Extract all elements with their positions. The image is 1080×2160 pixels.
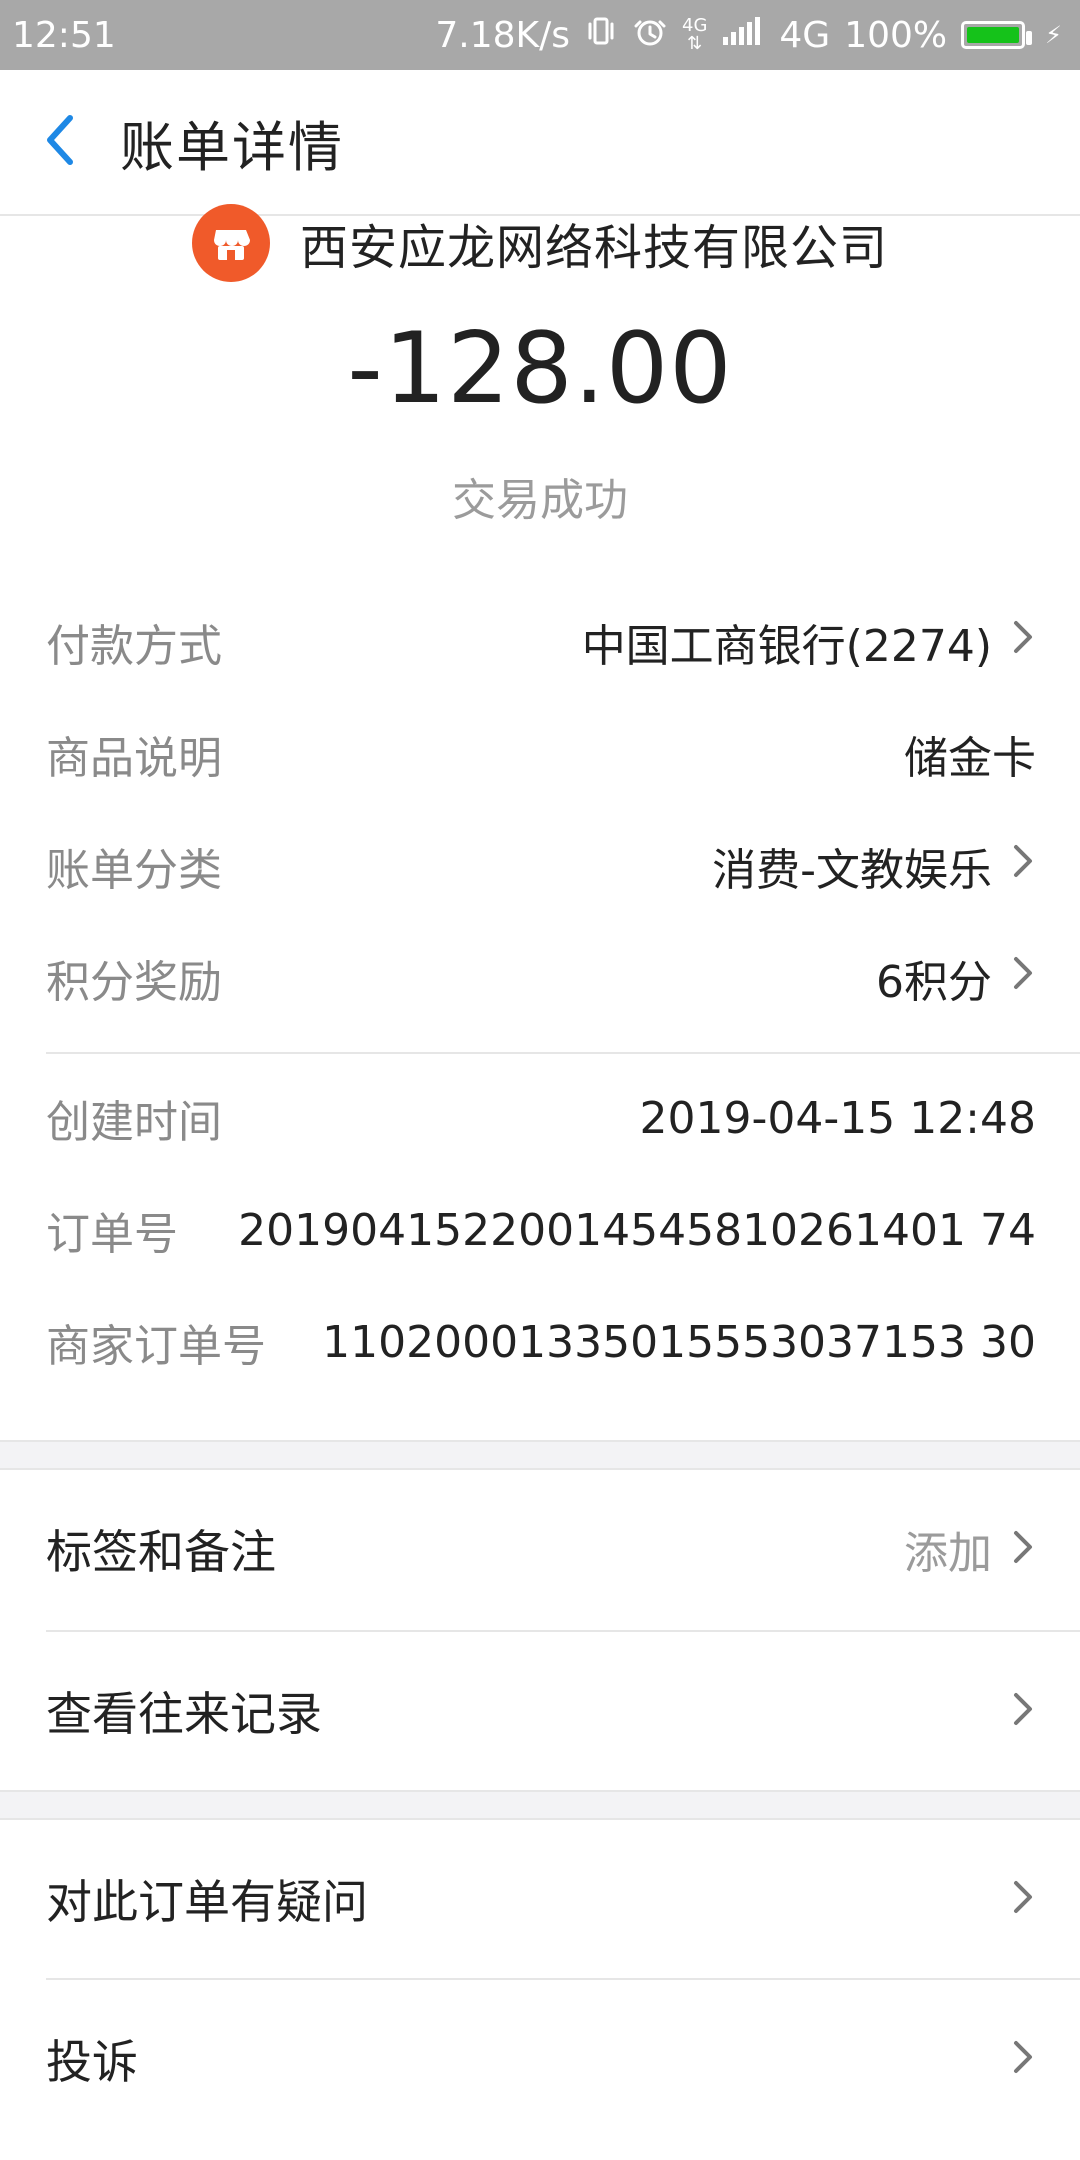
battery-fill	[967, 27, 1020, 43]
meta-value: 20190415220014545810261401 74	[238, 1204, 1036, 1256]
alarm-icon	[632, 13, 668, 58]
detail-row-points-reward[interactable]: 积分奖励 6积分	[0, 922, 1080, 1034]
battery-percent: 100%	[844, 14, 948, 56]
meta-value: 2019-04-15 12:48	[639, 1092, 1037, 1144]
back-button[interactable]	[0, 69, 120, 215]
chevron-right-icon	[1010, 617, 1036, 668]
detail-value: 中国工商银行(2274)	[582, 610, 1036, 674]
chevron-right-icon	[1010, 1877, 1036, 1921]
network-type: 4G	[779, 14, 831, 56]
transaction-details: 付款方式 中国工商银行(2274) 商品说明 储金卡 账单分类 消费-文教娱乐 …	[0, 586, 1080, 1398]
page-title: 账单详情	[120, 115, 344, 179]
meta-row-order-number: 订单号 20190415220014545810261401 74	[0, 1174, 1080, 1286]
transaction-amount: -128.00	[347, 312, 733, 426]
view-history-label: 查看往来记录	[46, 1687, 322, 1741]
order-question-item[interactable]: 对此订单有疑问	[0, 1820, 1080, 1978]
view-history-right	[1010, 1689, 1036, 1733]
shop-icon	[191, 204, 270, 282]
charging-bolt-icon: ⚡	[1045, 21, 1062, 49]
network-speed: 7.18K/s	[435, 14, 570, 56]
status-time: 12:51	[12, 14, 116, 56]
tags-and-notes-item[interactable]: 标签和备注 添加	[0, 1470, 1080, 1628]
detail-row-bill-category[interactable]: 账单分类 消费-文教娱乐	[0, 810, 1080, 922]
detail-value: 6积分	[876, 946, 1036, 1010]
detail-value-text: 储金卡	[904, 733, 1036, 784]
meta-row-merchant-order-number: 商家订单号 11020001335015553037153 30	[0, 1286, 1080, 1398]
chevron-right-icon	[1010, 1527, 1036, 1571]
transaction-status: 交易成功	[452, 475, 628, 526]
complain-item[interactable]: 投诉	[0, 1980, 1080, 2138]
mini-4g-icon: 4G ⇅	[682, 15, 708, 54]
detail-value-text: 中国工商银行(2274)	[581, 621, 992, 672]
order-question-right	[1010, 1877, 1036, 1921]
battery-icon	[961, 21, 1033, 49]
section-gap	[0, 1440, 1080, 1470]
back-chevron-icon	[40, 112, 80, 172]
signal-icon	[721, 15, 765, 56]
detail-value-text: 6积分	[876, 957, 992, 1008]
tags-and-notes-right: 添加	[904, 1517, 1036, 1581]
tags-and-notes-add: 添加	[904, 1528, 992, 1579]
meta-label: 商家订单号	[46, 1321, 266, 1372]
order-question-label: 对此订单有疑问	[46, 1875, 368, 1929]
detail-label: 账单分类	[46, 845, 222, 896]
status-icons: 7.18K/s 4G ⇅ 4G 100% ⚡	[435, 13, 1062, 58]
detail-value: 消费-文教娱乐	[712, 834, 1036, 898]
meta-label: 创建时间	[46, 1097, 222, 1148]
complain-label: 投诉	[46, 2035, 138, 2089]
status-bar: 12:51 7.18K/s 4G ⇅ 4G 100% ⚡	[0, 0, 1080, 70]
merchant-name: 西安应龙网络科技有限公司	[299, 220, 888, 276]
chevron-right-icon	[1010, 1689, 1036, 1733]
app-bar: 账单详情	[0, 70, 1080, 216]
detail-label: 商品说明	[46, 733, 222, 784]
merchant-row: 西安应龙网络科技有限公司	[0, 204, 1080, 282]
details-divider	[46, 1052, 1080, 1054]
detail-row-item-description: 商品说明 储金卡	[0, 698, 1080, 810]
meta-row-created-time: 创建时间 2019-04-15 12:48	[0, 1062, 1080, 1174]
meta-value: 11020001335015553037153 30	[322, 1316, 1036, 1368]
section-gap	[0, 1790, 1080, 1820]
battery-shell	[961, 21, 1033, 49]
tags-and-notes-label: 标签和备注	[46, 1525, 276, 1579]
chevron-right-icon	[1010, 2037, 1036, 2081]
detail-row-payment-method[interactable]: 付款方式 中国工商银行(2274)	[0, 586, 1080, 698]
detail-value-text: 消费-文教娱乐	[712, 845, 992, 896]
chevron-right-icon	[1010, 953, 1036, 1004]
view-history-item[interactable]: 查看往来记录	[0, 1632, 1080, 1790]
meta-label: 订单号	[46, 1209, 178, 1260]
detail-label: 付款方式	[46, 621, 222, 672]
vibrate-icon	[584, 14, 618, 57]
complain-right	[1010, 2037, 1036, 2081]
detail-value: 储金卡	[904, 722, 1036, 786]
chevron-right-icon	[1010, 841, 1036, 892]
detail-label: 积分奖励	[46, 957, 222, 1008]
